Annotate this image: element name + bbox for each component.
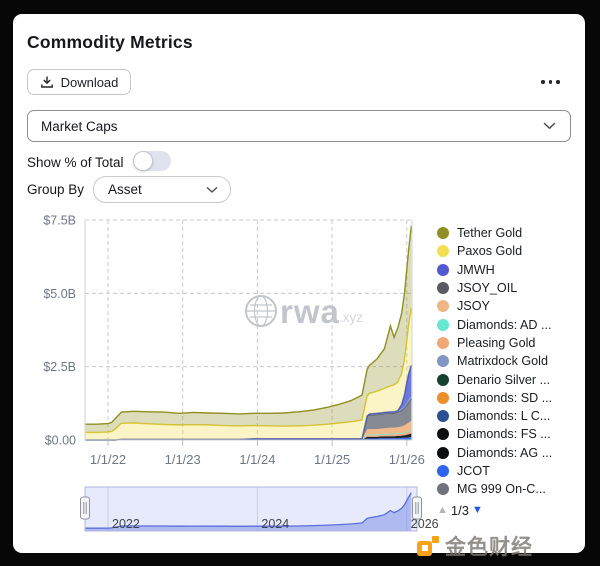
x-tick-label: 1/1/25 xyxy=(314,452,350,467)
legend-color-dot xyxy=(437,465,449,477)
download-button[interactable]: Download xyxy=(27,69,131,95)
toggle-knob xyxy=(133,151,153,171)
y-tick-label: $5.0B xyxy=(43,287,76,301)
y-tick-label: $2.5B xyxy=(43,360,76,374)
legend-item-label: Diamonds: FS ... xyxy=(457,427,551,441)
watermark-brand: rwa xyxy=(280,293,340,330)
legend-item[interactable]: Denario Silver ... xyxy=(437,370,585,388)
legend-item-label: Pleasing Gold xyxy=(457,336,535,350)
legend-item-label: Tether Gold xyxy=(457,226,522,240)
legend-list: Tether Gold Paxos Gold JMWH JSOY_OIL JSOY Dia… xyxy=(437,224,585,501)
legend-item[interactable]: Paxos Gold xyxy=(437,242,585,260)
legend-item[interactable]: Tether Gold xyxy=(437,224,585,242)
legend-color-dot xyxy=(437,447,449,459)
legend-item[interactable]: Pleasing Gold xyxy=(437,334,585,352)
brush-chart-svg[interactable]: 202220242026 xyxy=(13,482,453,534)
brush-handle[interactable] xyxy=(81,497,90,519)
commodity-metrics-card: Commodity Metrics Download Market Caps S… xyxy=(13,14,585,553)
show-pct-toggle[interactable] xyxy=(133,151,171,171)
legend-item-label: Diamonds: SD ... xyxy=(457,391,552,405)
legend-color-dot xyxy=(437,392,449,404)
x-tick-label: 1/1/23 xyxy=(165,452,201,467)
legend-item-label: MG 999 On-C... xyxy=(457,482,546,496)
download-label: Download xyxy=(61,75,119,90)
legend-color-dot xyxy=(437,282,449,294)
legend-color-dot xyxy=(437,428,449,440)
legend-item-label: Diamonds: L C... xyxy=(457,409,550,423)
download-icon xyxy=(40,75,54,89)
legend-item[interactable]: Diamonds: AD ... xyxy=(437,315,585,333)
chevron-down-icon xyxy=(543,122,556,130)
metric-select-value: Market Caps xyxy=(41,119,118,134)
brush-tick-label: 2022 xyxy=(112,517,140,531)
x-tick-label: 1/1/26 xyxy=(389,452,425,467)
main-chart-svg: 1/1/22 1/1/23 1/1/24 1/1/25 1/1/26 $7.5B $5.0B… xyxy=(13,210,433,472)
legend-color-dot xyxy=(437,227,449,239)
jinse-logo-icon xyxy=(417,535,440,558)
legend-item-label: JMWH xyxy=(457,263,495,277)
legend-item-label: JSOY xyxy=(457,299,490,313)
legend-item-label: Matrixdock Gold xyxy=(457,354,548,368)
legend-item[interactable]: Diamonds: SD ... xyxy=(437,389,585,407)
legend-item[interactable]: Diamonds: L C... xyxy=(437,407,585,425)
legend-item[interactable]: Diamonds: AG ... xyxy=(437,444,585,462)
page-background: { "header": { "title": "Commodity Metric… xyxy=(0,0,600,566)
group-by-label: Group By xyxy=(27,182,84,197)
legend-item[interactable]: Matrixdock Gold xyxy=(437,352,585,370)
legend-item[interactable]: JSOY_OIL xyxy=(437,279,585,297)
line-Tether Gold xyxy=(86,226,412,424)
legend-item[interactable]: JCOT xyxy=(437,462,585,480)
legend-item[interactable]: JMWH xyxy=(437,261,585,279)
legend-item[interactable]: JSOY xyxy=(437,297,585,315)
chevron-down-icon xyxy=(206,186,218,194)
legend-item-label: Diamonds: AG ... xyxy=(457,446,552,460)
more-options-button[interactable] xyxy=(541,76,571,88)
brush-handle[interactable] xyxy=(413,497,422,519)
legend-color-dot xyxy=(437,300,449,312)
legend-item-label: JCOT xyxy=(457,464,490,478)
legend-page-down-icon[interactable]: ▼ xyxy=(472,504,483,516)
x-tick-label: 1/1/22 xyxy=(90,452,126,467)
legend-color-dot xyxy=(437,245,449,257)
y-tick-label: $7.5B xyxy=(43,214,76,228)
jinse-watermark-text: 金色财经 xyxy=(445,531,533,561)
group-by-select[interactable]: Asset xyxy=(93,176,231,203)
legend-color-dot xyxy=(437,410,449,422)
legend-item-label: Paxos Gold xyxy=(457,244,522,258)
y-tick-label: $0.00 xyxy=(45,434,76,448)
legend-color-dot xyxy=(437,337,449,349)
legend-color-dot xyxy=(437,374,449,386)
page-title: Commodity Metrics xyxy=(27,32,193,53)
legend-item[interactable]: Diamonds: FS ... xyxy=(437,425,585,443)
legend-item-label: Diamonds: AD ... xyxy=(457,318,552,332)
x-tick-label: 1/1/24 xyxy=(239,452,275,467)
site-watermark-badge: 金色财经 xyxy=(417,531,533,561)
brush-tick-label: 2024 xyxy=(261,517,289,531)
watermark-suffix: .xyz xyxy=(339,310,363,325)
legend-color-dot xyxy=(437,264,449,276)
legend-color-dot xyxy=(437,319,449,331)
legend-color-dot xyxy=(437,355,449,367)
legend-item[interactable]: MG 999 On-C... xyxy=(437,480,585,498)
group-by-value: Asset xyxy=(108,182,142,197)
ellipsis-icon xyxy=(541,80,545,84)
area-Tether Gold xyxy=(86,226,412,433)
legend-page-indicator: 1/3 xyxy=(451,503,469,518)
legend-item-label: JSOY_OIL xyxy=(457,281,517,295)
legend-item-label: Denario Silver ... xyxy=(457,373,550,387)
rwa-watermark: rwa.xyz xyxy=(246,293,363,330)
show-pct-label: Show % of Total xyxy=(27,155,124,170)
metric-select[interactable]: Market Caps xyxy=(27,110,571,142)
